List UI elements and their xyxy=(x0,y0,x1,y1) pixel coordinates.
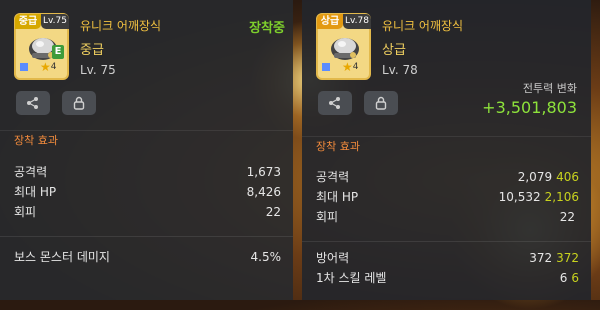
item-title: 유니크 어깨장식 xyxy=(382,19,464,33)
stat-value: 8,426 xyxy=(246,185,281,199)
stat-value: 10,532 xyxy=(498,190,541,204)
stat-row: 공격력 1,673 xyxy=(0,162,293,182)
item-level: Lv. 78 xyxy=(382,63,418,77)
item-title: 유니크 어깨장식 xyxy=(80,19,162,33)
item-level: Lv. 75 xyxy=(80,63,116,77)
stat-label: 회피 xyxy=(14,205,37,219)
star-icon: ★ xyxy=(40,60,51,74)
item-grade: 상급 xyxy=(382,43,406,58)
grade-tag: 상급 xyxy=(317,14,343,29)
star-icon: ★ xyxy=(342,60,353,74)
stat-label: 회피 xyxy=(316,210,339,224)
stat-row: 공격력 2,079 406 xyxy=(302,167,591,187)
equipment-badge: E xyxy=(52,45,64,59)
item-header: 상급 Lv.78 ★4 유니크 어깨장식 상급 Lv. 78 전투력 변화 +3… xyxy=(302,0,591,125)
stat-row: 회피 22 xyxy=(302,207,591,227)
stat-label: 최대 HP xyxy=(14,185,57,199)
stat-value: 6 xyxy=(559,271,568,285)
lock-button[interactable] xyxy=(62,91,96,115)
helmet-icon xyxy=(331,38,359,60)
stat-label: 최대 HP xyxy=(316,190,359,204)
stat-bonus: 6 xyxy=(571,271,579,285)
item-grade: 중급 xyxy=(80,43,104,58)
level-tag: Lv.75 xyxy=(41,14,69,29)
item-header: 중급 Lv.75 E ★4 유니크 어깨장식 중급 Lv. 75 장착중 xyxy=(0,0,293,125)
lock-button[interactable] xyxy=(364,91,398,115)
item-icon-frame: 중급 Lv.75 E ★4 xyxy=(14,13,69,80)
stat-value-group: 10,532 2,106 xyxy=(499,187,579,207)
share-button[interactable] xyxy=(16,91,50,115)
share-button[interactable] xyxy=(318,91,352,115)
stat-value: 372 xyxy=(529,251,553,265)
stat-bonus: 406 xyxy=(556,170,579,184)
stat-row: 보스 몬스터 데미지 4.5% xyxy=(0,247,293,267)
stat-list: 공격력 1,673 최대 HP 8,426 회피 22 보스 몬스터 데미지 4… xyxy=(0,162,293,267)
lock-icon xyxy=(375,96,387,110)
star-rating: ★4 xyxy=(20,60,57,74)
stat-row: 회피 22 xyxy=(0,202,293,222)
equipped-item-tooltip: 중급 Lv.75 E ★4 유니크 어깨장식 중급 Lv. 75 장착중 장착 … xyxy=(0,0,293,300)
stat-row: 1차 스킬 레벨 66 xyxy=(302,268,591,288)
combat-power-change: +3,501,803 xyxy=(482,98,577,117)
stat-value: 2,079 xyxy=(517,170,553,184)
combat-power-label: 전투력 변화 xyxy=(522,82,577,95)
stat-bonus: 2,106 xyxy=(544,190,579,204)
level-tag: Lv.78 xyxy=(343,14,371,29)
stat-value: 22 xyxy=(265,205,281,219)
stat-value: 1,673 xyxy=(246,165,281,179)
potential-square-icon xyxy=(322,63,330,71)
stat-row: 방어력 372 372 xyxy=(302,248,591,268)
stat-value: 4.5% xyxy=(250,250,282,264)
lock-icon xyxy=(73,96,85,110)
star-rating: ★4 xyxy=(322,60,359,74)
stat-label: 방어력 xyxy=(316,251,350,265)
stat-label: 공격력 xyxy=(14,165,48,179)
stat-value-group: 2,079 406 xyxy=(518,167,579,187)
stat-value-group: 372 372 xyxy=(529,248,579,268)
stat-label: 보스 몬스터 데미지 xyxy=(14,250,110,264)
stat-row: 최대 HP 8,426 xyxy=(0,182,293,202)
item-icon-frame: 상급 Lv.78 ★4 xyxy=(316,13,371,80)
share-icon xyxy=(329,97,340,109)
section-title: 장착 효과 xyxy=(302,136,591,157)
stat-label: 공격력 xyxy=(316,170,350,184)
potential-square-icon xyxy=(20,63,28,71)
stat-list: 공격력 2,079 406 최대 HP 10,532 2,106 회피 22 방어력… xyxy=(302,167,591,288)
grade-tag: 중급 xyxy=(15,14,41,29)
stat-value: 22 xyxy=(559,210,575,224)
stat-row: 최대 HP 10,532 2,106 xyxy=(302,187,591,207)
stat-value-group: 66 xyxy=(560,268,579,288)
share-icon xyxy=(27,97,38,109)
compare-item-tooltip: 상급 Lv.78 ★4 유니크 어깨장식 상급 Lv. 78 전투력 변화 +3… xyxy=(302,0,591,300)
stat-value-group: 22 xyxy=(560,207,579,227)
stat-label: 1차 스킬 레벨 xyxy=(316,271,387,285)
section-title: 장착 효과 xyxy=(0,130,293,151)
equipped-status: 장착중 xyxy=(249,21,285,36)
star-count: 4 xyxy=(352,62,359,72)
star-count: 4 xyxy=(50,62,57,72)
stat-bonus: 372 xyxy=(556,251,579,265)
